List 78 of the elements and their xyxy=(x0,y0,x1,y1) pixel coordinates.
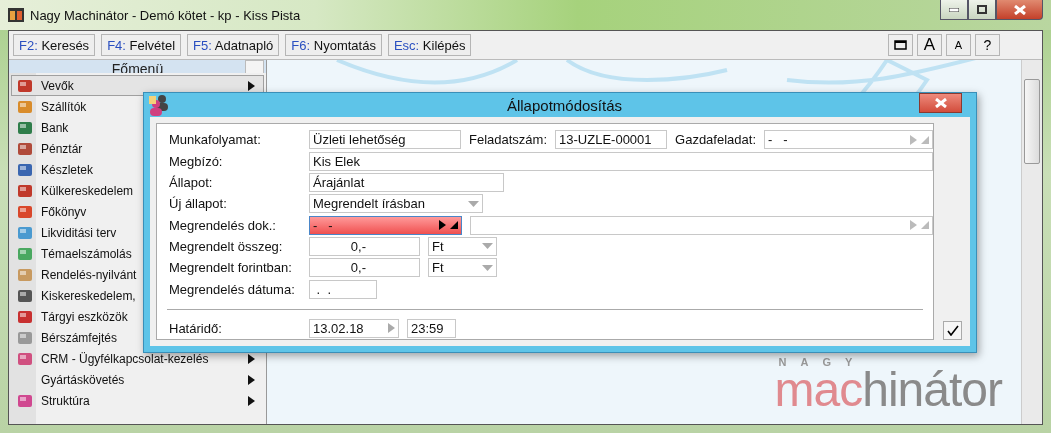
toolbar-button[interactable]: Esc: Kilépés xyxy=(387,34,472,56)
lookup-field[interactable] xyxy=(470,215,933,235)
dialog-title: Állapotmódosítás xyxy=(505,96,624,114)
submenu-arrow-icon[interactable] xyxy=(248,353,255,364)
field-label: Új állapot: xyxy=(169,196,228,212)
logo-tagline: NAGY xyxy=(778,356,867,368)
minimize-icon xyxy=(949,7,959,12)
window-mode-button[interactable] xyxy=(888,34,913,56)
close-icon xyxy=(934,98,947,108)
help-button[interactable]: ? xyxy=(975,34,1000,56)
close-icon xyxy=(1013,4,1026,15)
menu-item[interactable]: Külkereskedelem xyxy=(11,180,143,201)
text-field[interactable]: Árajánlat xyxy=(309,173,504,193)
submenu-arrow-icon[interactable] xyxy=(248,80,255,91)
toolbar-button[interactable]: F2: Keresés xyxy=(13,34,96,56)
amount-field[interactable]: 0,- xyxy=(309,236,420,256)
amount-field[interactable]: 0,- xyxy=(309,258,420,278)
menu-item[interactable]: Struktúra xyxy=(11,390,264,411)
text-field[interactable]: Kis Elek xyxy=(309,151,933,171)
lookup-field[interactable]: - - xyxy=(764,130,933,150)
scrollbar[interactable] xyxy=(1021,60,1042,424)
menu-item[interactable]: Bérszámfejtés xyxy=(11,327,127,348)
close-button[interactable] xyxy=(996,0,1043,20)
submenu-arrow-icon[interactable] xyxy=(248,374,255,385)
lookup-field[interactable]: - - xyxy=(309,215,462,235)
minimize-button[interactable] xyxy=(940,0,968,20)
menu-item[interactable]: Készletek xyxy=(11,159,103,180)
menu-item[interactable]: Likviditási terv xyxy=(11,222,126,243)
field-label: Határidő: xyxy=(169,320,223,336)
menu-item[interactable]: Kiskereskedelem, xyxy=(11,285,145,306)
text-field[interactable]: . . xyxy=(309,279,377,299)
window-title: Nagy Machinátor - Demó kötet - kp - Kiss Pista xyxy=(30,7,301,23)
field-label: Állapot: xyxy=(169,175,214,191)
check-icon xyxy=(946,325,959,336)
window-icon xyxy=(894,40,907,50)
menu-item[interactable]: Vevők xyxy=(11,75,264,96)
menu-item[interactable]: Szállítók xyxy=(11,96,96,117)
app-icon xyxy=(8,8,24,22)
corner-icon xyxy=(921,221,929,230)
toolbar-button[interactable]: F6: Nyomtatás xyxy=(285,34,382,56)
toolbar-button[interactable]: F4: Felvétel xyxy=(101,34,182,56)
confirm-button[interactable] xyxy=(943,321,962,340)
corner-icon xyxy=(450,221,458,230)
submenu-arrow-icon[interactable] xyxy=(248,395,255,406)
people-icon xyxy=(148,94,170,117)
field-label: Megrendelt összeg: xyxy=(169,238,284,254)
menu-item[interactable]: Tárgyi eszközök xyxy=(11,306,137,327)
dialog-close-button[interactable] xyxy=(919,93,962,113)
menu-item[interactable]: Bank xyxy=(11,117,78,138)
date-field[interactable]: 13.02.18 xyxy=(309,318,399,338)
scrollbar-thumb[interactable] xyxy=(1024,79,1040,164)
field-label: Megrendelés dátuma: xyxy=(169,281,296,297)
text-field[interactable]: 23:59 xyxy=(407,318,456,338)
dropdown-field[interactable]: Ft xyxy=(428,236,497,256)
font-size-button[interactable]: A xyxy=(946,34,971,56)
field-label: Feladatszám: xyxy=(469,132,548,148)
menu-item[interactable]: Pénztár xyxy=(11,138,92,159)
field-label: Megrendelt forintban: xyxy=(169,260,293,276)
menu-item[interactable]: Főkönyv xyxy=(11,201,96,222)
corner-icon xyxy=(921,135,929,144)
field-label: Megrendelés dok.: xyxy=(169,217,277,233)
field-label: Munkafolyamat: xyxy=(169,132,262,148)
text-field[interactable]: Üzleti lehetőség xyxy=(309,130,461,150)
dropdown-field[interactable]: Megrendelt írásban xyxy=(309,194,483,214)
field-label: Gazdafeladat: xyxy=(675,132,756,148)
menu-item[interactable]: Rendelés-nyilvánt xyxy=(11,264,146,285)
arrow-icon[interactable] xyxy=(439,220,446,231)
font-size-button[interactable]: A xyxy=(917,34,942,56)
dropdown-field[interactable]: Ft xyxy=(428,258,497,278)
field-label: Megbízó: xyxy=(169,153,224,169)
maximize-icon xyxy=(977,5,987,14)
menu-item[interactable]: Gyártáskövetés xyxy=(11,369,264,390)
maximize-button[interactable] xyxy=(968,0,996,20)
menu-item[interactable]: CRM - Ügyfélkapcsolat-kezelés xyxy=(11,348,264,369)
toolbar-button[interactable]: F5: Adatnapló xyxy=(187,34,280,56)
text-field[interactable]: 13-UZLE-00001 xyxy=(555,130,668,150)
logo-text: machinátor xyxy=(774,368,1002,412)
menu-item[interactable]: Témaelszámolás xyxy=(11,243,141,264)
